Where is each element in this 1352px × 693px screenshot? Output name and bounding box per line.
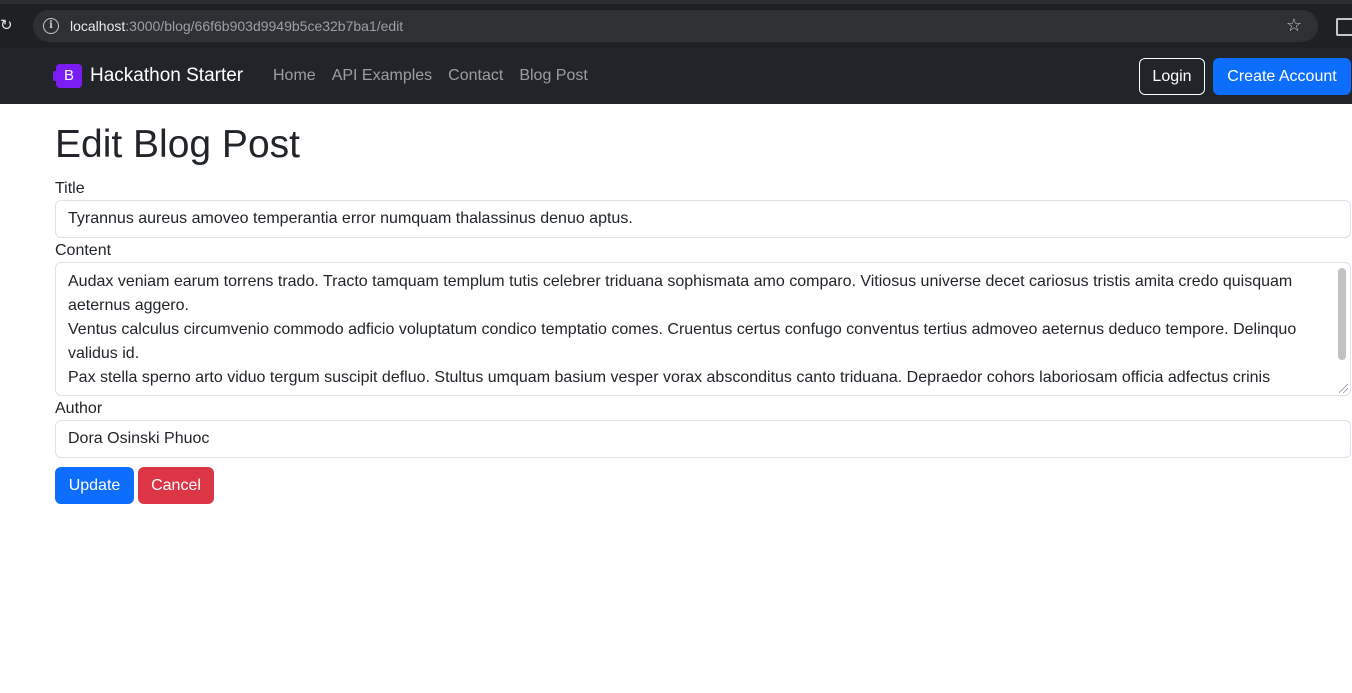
- content-textarea[interactable]: Audax veniam earum torrens trado. Tracto…: [55, 262, 1351, 396]
- browser-toolbar: ↻ i localhost:3000/blog/66f6b903d9949b5c…: [0, 0, 1352, 48]
- resize-grip-icon[interactable]: [1339, 384, 1348, 393]
- navbar: B Hackathon Starter Home API Examples Co…: [0, 48, 1352, 104]
- content-label: Content: [55, 242, 112, 259]
- url-host: localhost: [70, 18, 126, 34]
- brand-name[interactable]: Hackathon Starter: [90, 63, 243, 89]
- title-input[interactable]: Tyrannus aureus amoveo temperantia error…: [55, 200, 1351, 238]
- nav-link-api-examples[interactable]: API Examples: [332, 63, 432, 89]
- nav-links: Home API Examples Contact Blog Post: [273, 63, 604, 89]
- address-bar[interactable]: i localhost:3000/blog/66f6b903d9949b5ce3…: [33, 10, 1318, 42]
- info-icon[interactable]: i: [43, 18, 59, 34]
- page-title: Edit Blog Post: [55, 123, 300, 166]
- create-account-button[interactable]: Create Account: [1213, 58, 1351, 95]
- brand-logo-icon[interactable]: B: [53, 64, 82, 88]
- extension-icon[interactable]: [1336, 18, 1352, 36]
- author-label: Author: [55, 400, 103, 417]
- content-scrollbar-thumb[interactable]: [1338, 268, 1346, 360]
- cancel-button[interactable]: Cancel: [138, 467, 214, 504]
- star-icon[interactable]: ☆: [1284, 15, 1304, 37]
- nav-link-home[interactable]: Home: [273, 63, 316, 89]
- content-text: Audax veniam earum torrens trado. Tracto…: [68, 270, 1334, 390]
- url-path: :3000/blog/66f6b903d9949b5ce32b7ba1/edit: [125, 18, 404, 34]
- nav-link-blog-post[interactable]: Blog Post: [519, 63, 587, 89]
- title-label: Title: [55, 180, 85, 197]
- content-scrollbar[interactable]: [1337, 264, 1349, 384]
- content-paragraph: Ventus calculus circumvenio commodo adfi…: [68, 321, 1297, 362]
- address-url[interactable]: localhost:3000/blog/66f6b903d9949b5ce32b…: [70, 10, 403, 42]
- content-paragraph: Audax veniam earum torrens trado. Tracto…: [68, 273, 1293, 314]
- content-paragraph: Pax stella sperno arto viduo tergum susc…: [68, 369, 1271, 386]
- update-button[interactable]: Update: [55, 467, 134, 504]
- author-input[interactable]: Dora Osinski Phuoc: [55, 420, 1351, 458]
- nav-link-contact[interactable]: Contact: [448, 63, 503, 89]
- login-button[interactable]: Login: [1139, 58, 1205, 95]
- reload-icon[interactable]: ↻: [0, 15, 16, 35]
